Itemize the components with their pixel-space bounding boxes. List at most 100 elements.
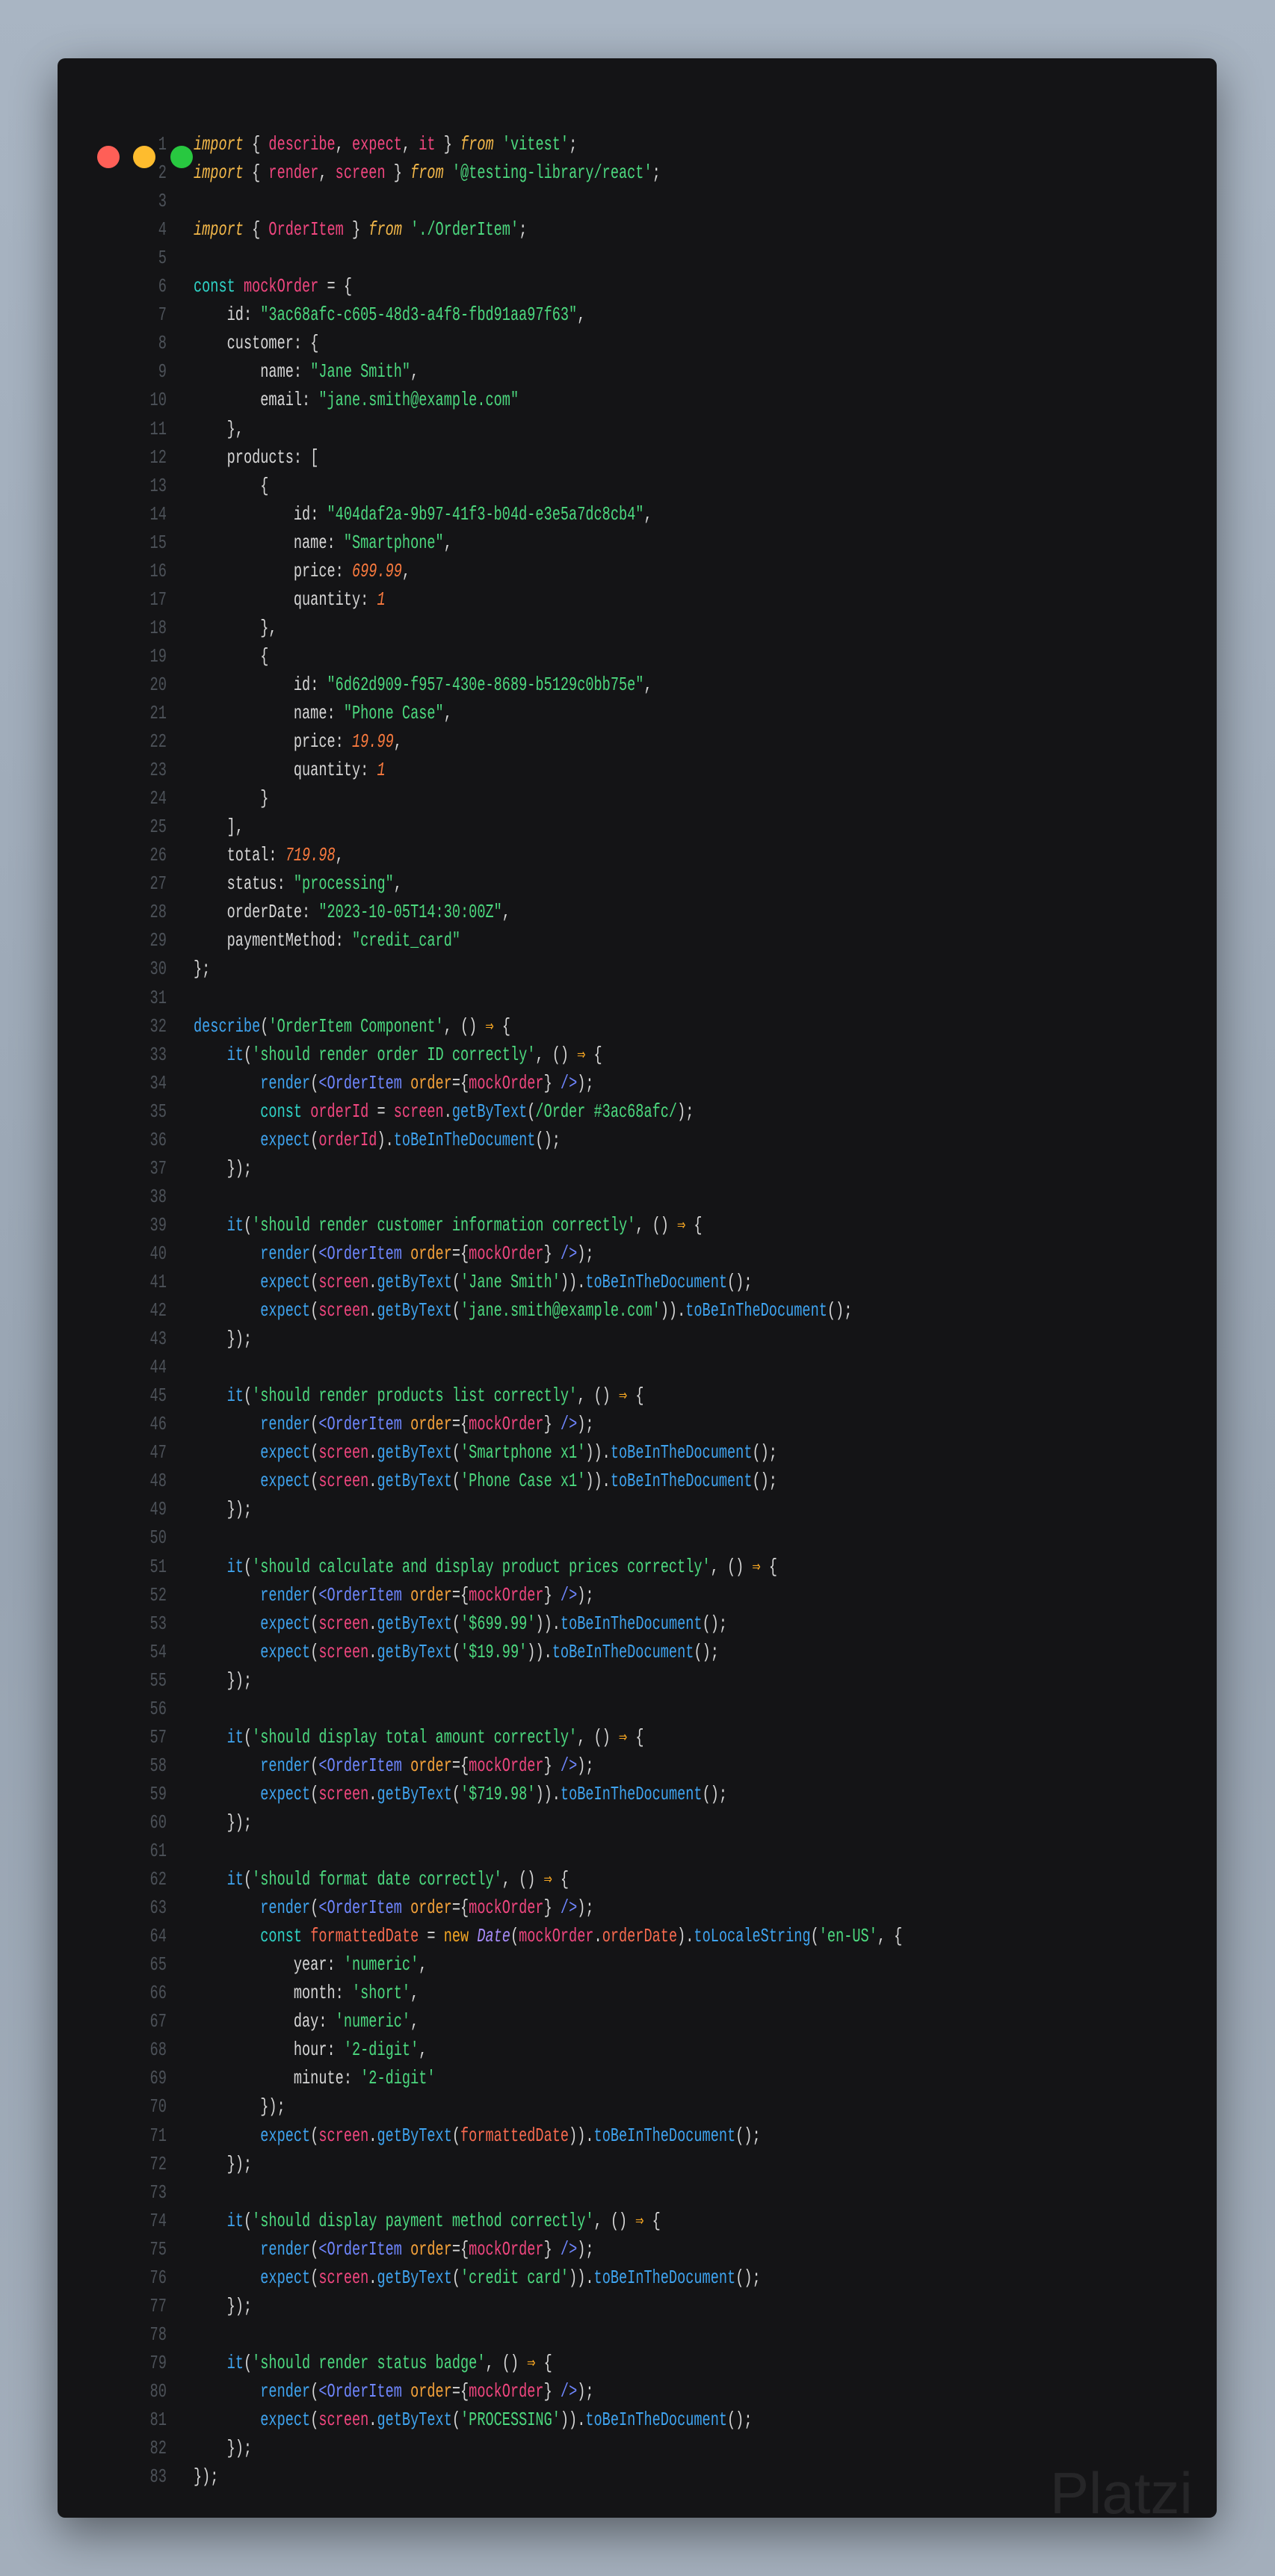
token-p: : <box>293 360 311 383</box>
line-source: it('should display total amount correctl… <box>194 1723 644 1751</box>
token-id: mockOrder <box>469 1896 544 1920</box>
token-p: ], <box>194 816 244 839</box>
line-number: 58 <box>149 1754 167 1777</box>
token-p: ( <box>310 2124 319 2147</box>
line-source: const orderId = screen.getByText(/Order … <box>194 1097 694 1126</box>
token-attr: order <box>410 2379 452 2403</box>
token-arr: ⇒ <box>752 1555 761 1578</box>
token-p <box>194 844 227 866</box>
token-p <box>302 1100 310 1123</box>
token-prop: paymentMethod <box>226 929 336 952</box>
line-source: hour: '2-digit', <box>194 2036 427 2064</box>
line-source: id: "404daf2a-9b97-41f3-b04d-e3e5a7dc8cb… <box>194 500 652 529</box>
token-p: : <box>277 872 294 896</box>
token-p: ( <box>310 2379 319 2403</box>
token-prop: quantity <box>293 588 361 611</box>
token-id: screen <box>318 1782 369 1805</box>
token-p <box>194 2352 227 2374</box>
token-p: : <box>360 759 377 782</box>
line-number: 36 <box>149 1128 167 1151</box>
line-source: render(<OrderItem order={mockOrder} />); <box>194 2377 593 2406</box>
token-p: { <box>243 218 269 241</box>
token-p: , () <box>485 2351 528 2374</box>
line-number: 52 <box>149 1583 167 1606</box>
token-fn: render <box>260 1583 311 1606</box>
token-p <box>302 1925 310 1947</box>
line-number: 60 <box>149 1811 167 1834</box>
token-fn: render <box>260 1896 311 1920</box>
token-p: )). <box>569 2124 594 2147</box>
token-fn: render <box>260 1242 311 1265</box>
line-source: it('should render products list correctl… <box>194 1381 644 1410</box>
token-p: ); <box>577 1896 594 1920</box>
line-number: 61 <box>149 1840 167 1862</box>
token-p: , <box>401 559 411 582</box>
line-number: 16 <box>149 559 167 582</box>
token-p: = { <box>318 275 352 298</box>
token-arr: ⇒ <box>618 1384 628 1408</box>
token-prop: name <box>260 360 294 383</box>
token-p: } <box>543 1583 561 1606</box>
line-source: it('should render customer information c… <box>194 1211 703 1239</box>
token-fn: toBeInTheDocument <box>585 2409 728 2431</box>
token-arr: ⇒ <box>635 2209 644 2232</box>
line-source: render(<OrderItem order={mockOrder} />); <box>194 1410 593 1438</box>
line-source: render(<OrderItem order={mockOrder} />); <box>194 1581 593 1609</box>
token-p: ( <box>310 1242 319 1265</box>
token-p: : <box>310 502 327 526</box>
token-str: "processing" <box>293 872 394 896</box>
token-p: )). <box>527 1640 552 1663</box>
token-prop: name <box>293 531 327 554</box>
token-arr: ⇒ <box>677 1213 686 1236</box>
token-p: , <box>318 161 336 185</box>
token-p: , <box>401 133 419 155</box>
token-attr: order <box>410 1583 452 1606</box>
line-number: 20 <box>149 673 167 696</box>
token-fn: expect <box>260 1271 311 1293</box>
token-str: 'should render order ID correctly' <box>252 1043 536 1066</box>
line-number: 66 <box>149 1982 167 2005</box>
token-p: }); <box>194 1328 253 1351</box>
line-number: 56 <box>149 1697 167 1720</box>
token-p: , <box>643 502 652 526</box>
token-p: : <box>318 2010 336 2033</box>
token-p: { <box>552 1868 569 1891</box>
line-number: 70 <box>149 2095 167 2119</box>
line-number: 14 <box>149 502 167 526</box>
token-p <box>194 2067 294 2089</box>
token-p: ( <box>310 1640 319 1663</box>
line-source: orderDate: "2023-10-05T14:30:00Z", <box>194 898 510 926</box>
line-number: 55 <box>149 1668 167 1692</box>
line-number: 21 <box>149 702 167 724</box>
token-p <box>194 1384 227 1407</box>
token-p <box>194 2238 260 2261</box>
token-tag: /> <box>560 2237 578 2261</box>
token-kw: from <box>410 161 444 185</box>
line-source: }); <box>194 1325 252 1353</box>
token-fn: getByText <box>377 1640 452 1663</box>
token-prop: status <box>226 872 277 896</box>
token-fn: getByText <box>451 1100 528 1123</box>
token-id: mockOrder <box>469 1242 544 1265</box>
line-number: 19 <box>149 644 167 668</box>
zoom-dot-icon <box>170 146 193 168</box>
token-prop: quantity <box>293 759 361 782</box>
token-p: ( <box>243 1043 253 1066</box>
token-p <box>402 2238 410 2261</box>
line-source: expect(screen.getByText('Phone Case x1')… <box>194 1467 777 1495</box>
token-id: mockOrder <box>469 1071 544 1094</box>
token-p <box>194 1299 260 1322</box>
token-p: ( <box>451 1299 461 1322</box>
token-fn: it <box>226 2351 244 2374</box>
token-attr: order <box>410 1242 452 1265</box>
token-arr: ⇒ <box>543 1868 552 1891</box>
token-p <box>194 1641 260 1663</box>
line-source: render(<OrderItem order={mockOrder} />); <box>194 1751 593 1780</box>
token-p: . <box>593 1925 602 1948</box>
token-tag: <OrderItem <box>318 1583 402 1606</box>
token-p <box>194 1129 260 1151</box>
token-prop: customer <box>226 332 294 355</box>
token-p: { <box>243 133 269 155</box>
token-p <box>194 2124 260 2147</box>
line-number: 29 <box>149 929 167 952</box>
